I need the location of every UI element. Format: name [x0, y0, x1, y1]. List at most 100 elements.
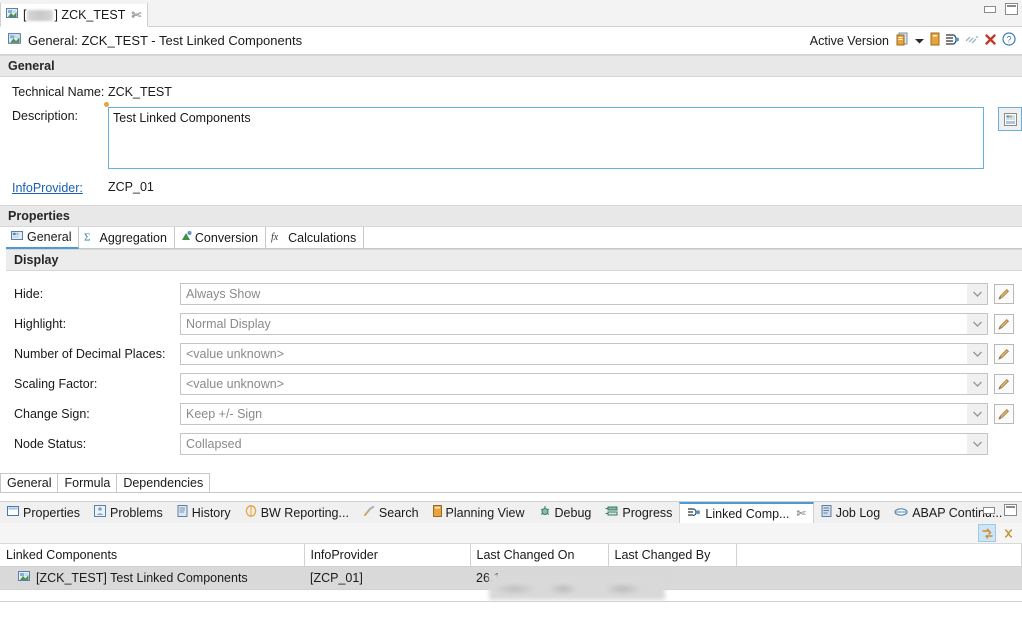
change-sign-combo[interactable]: Keep +/- Sign — [180, 403, 988, 425]
decimal-places-combo[interactable]: <value unknown> — [180, 343, 988, 365]
highlight-combo[interactable]: Normal Display — [180, 313, 988, 335]
svg-text:?: ? — [1006, 35, 1011, 45]
maximize-icon[interactable] — [1004, 504, 1017, 516]
compare-icon[interactable] — [965, 33, 979, 48]
help-icon[interactable]: ? — [1002, 32, 1016, 49]
view-tab-progress-label: Progress — [622, 505, 673, 520]
decimal-places-label: Number of Decimal Places: — [14, 347, 166, 361]
tab-general-label: General — [27, 230, 72, 244]
infoprovider-link[interactable]: InfoProvider: — [12, 179, 108, 195]
view-tab-properties[interactable]: Properties — [0, 502, 87, 523]
views-tab-bar: Properties Problems History BW Reporting… — [0, 501, 1022, 523]
scaling-factor-edit-button[interactable] — [994, 374, 1014, 394]
infoprovider-value: ZCP_01 — [108, 180, 154, 194]
chevron-down-icon[interactable] — [967, 374, 987, 394]
close-icon[interactable]: ✄ — [796, 507, 805, 520]
where-used-icon[interactable] — [945, 32, 960, 49]
refresh-icon[interactable] — [978, 524, 996, 542]
change-sign-edit-button[interactable] — [994, 404, 1014, 424]
bw-query-icon — [18, 570, 31, 586]
job-log-icon — [821, 505, 832, 520]
bw-query-icon — [8, 32, 22, 49]
view-tab-properties-label: Properties — [23, 505, 80, 520]
view-tab-debug[interactable]: Debug — [532, 502, 599, 523]
tab-calculations[interactable]: fx Calculations — [266, 227, 365, 248]
editor-bottom-tab-bar: General Formula Dependencies — [0, 473, 1022, 493]
abap-continuous-icon — [894, 506, 908, 520]
editor-tab-zck-test[interactable]: [] ZCK_TEST ✄ — [0, 2, 149, 27]
column-last-changed-on[interactable]: Last Changed On — [470, 544, 609, 567]
history-view-icon — [177, 505, 188, 520]
close-icon[interactable]: ✄ — [131, 9, 141, 21]
window-controls — [984, 3, 1018, 15]
chevron-down-icon[interactable] — [967, 404, 987, 424]
minimize-icon[interactable] — [983, 506, 995, 514]
column-linked-components[interactable]: Linked Components — [0, 544, 305, 567]
decimal-places-edit-button[interactable] — [994, 344, 1014, 364]
delete-icon[interactable] — [984, 33, 997, 49]
version-copy-icon[interactable] — [896, 32, 909, 49]
view-tab-problems[interactable]: Problems — [87, 502, 170, 523]
minimize-icon[interactable] — [984, 5, 996, 13]
change-sign-label: Change Sign: — [14, 407, 90, 421]
node-status-combo[interactable]: Collapsed — [180, 433, 988, 455]
cell-linked-component: [ZCK_TEST] Test Linked Components — [0, 566, 304, 589]
chevron-down-icon[interactable] — [967, 314, 987, 334]
view-tab-progress[interactable]: Progress — [598, 502, 679, 523]
tab-editor-general[interactable]: General — [0, 473, 59, 492]
tab-editor-dependencies[interactable]: Dependencies — [116, 473, 211, 492]
sigma-icon: Σ — [84, 230, 96, 246]
technical-name-row: Technical Name: ZCK_TEST — [0, 83, 1022, 105]
column-infoprovider[interactable]: InfoProvider — [304, 544, 471, 567]
tab-conversion[interactable]: Conversion — [175, 227, 267, 248]
view-tab-history[interactable]: History — [170, 502, 238, 523]
view-tab-bw-reporting[interactable]: BW Reporting... — [238, 502, 356, 523]
infoprovider-row: InfoProvider: ZCP_01 — [0, 175, 1022, 199]
view-tab-job-log[interactable]: Job Log — [814, 502, 887, 523]
chevron-down-icon[interactable] — [967, 284, 987, 304]
scaling-factor-value: <value unknown> — [186, 377, 284, 391]
problems-view-icon — [93, 505, 106, 520]
hide-combo[interactable]: Always Show — [180, 283, 988, 305]
transport-icon[interactable] — [930, 32, 940, 49]
editor-tab-label: [] ZCK_TEST — [23, 8, 126, 22]
view-window-controls — [983, 504, 1017, 516]
marker-pin-icon — [104, 102, 109, 107]
hide-edit-button[interactable] — [994, 284, 1014, 304]
tab-aggregation[interactable]: Σ Aggregation — [79, 227, 175, 248]
field-hide: Hide: Always Show — [0, 279, 1022, 309]
scaling-factor-combo[interactable]: <value unknown> — [180, 373, 988, 395]
node-status-label: Node Status: — [14, 437, 87, 451]
chevron-down-icon[interactable] — [914, 34, 925, 48]
redacted-text — [27, 10, 54, 22]
eclipse-bw-modeling-window: [] ZCK_TEST ✄ General: ZCK_TEST - Test L… — [0, 0, 1022, 630]
description-row: Description: — [0, 102, 1022, 169]
general-properties-icon — [11, 229, 24, 245]
link-with-editor-icon[interactable] — [999, 524, 1017, 542]
chevron-down-icon[interactable] — [967, 344, 987, 364]
view-tab-bw-reporting-label: BW Reporting... — [260, 505, 349, 520]
view-tab-linked-components-label: Linked Comp... — [705, 506, 790, 521]
decimal-places-value: <value unknown> — [186, 347, 284, 361]
node-status-value: Collapsed — [186, 437, 242, 451]
description-input[interactable] — [108, 107, 984, 169]
table-row[interactable]: [ZCK_TEST] Test Linked Components [ZCP_0… — [0, 566, 1022, 589]
view-tab-planning-view[interactable]: Planning View — [426, 502, 532, 523]
view-tab-history-label: History — [191, 505, 231, 520]
tab-editor-formula[interactable]: Formula — [57, 473, 118, 492]
field-node-status: Node Status: Collapsed — [0, 429, 1022, 459]
field-decimal-places: Number of Decimal Places: <value unknown… — [0, 339, 1022, 369]
display-section-header: Display — [6, 249, 1022, 271]
maximize-icon[interactable] — [1005, 3, 1018, 15]
view-tab-linked-components[interactable]: Linked Comp... ✄ — [679, 502, 814, 523]
tab-general[interactable]: General — [6, 227, 80, 249]
chevron-down-icon[interactable] — [967, 434, 987, 454]
column-last-changed-by[interactable]: Last Changed By — [608, 544, 737, 567]
description-dialog-button[interactable] — [998, 107, 1022, 131]
highlight-edit-button[interactable] — [994, 314, 1014, 334]
view-tab-search[interactable]: Search — [356, 502, 426, 523]
planning-view-icon — [432, 505, 442, 520]
field-change-sign: Change Sign: Keep +/- Sign — [0, 399, 1022, 429]
view-tab-problems-label: Problems — [109, 505, 163, 520]
cell-last-changed-on: 26.1 — [470, 566, 608, 589]
